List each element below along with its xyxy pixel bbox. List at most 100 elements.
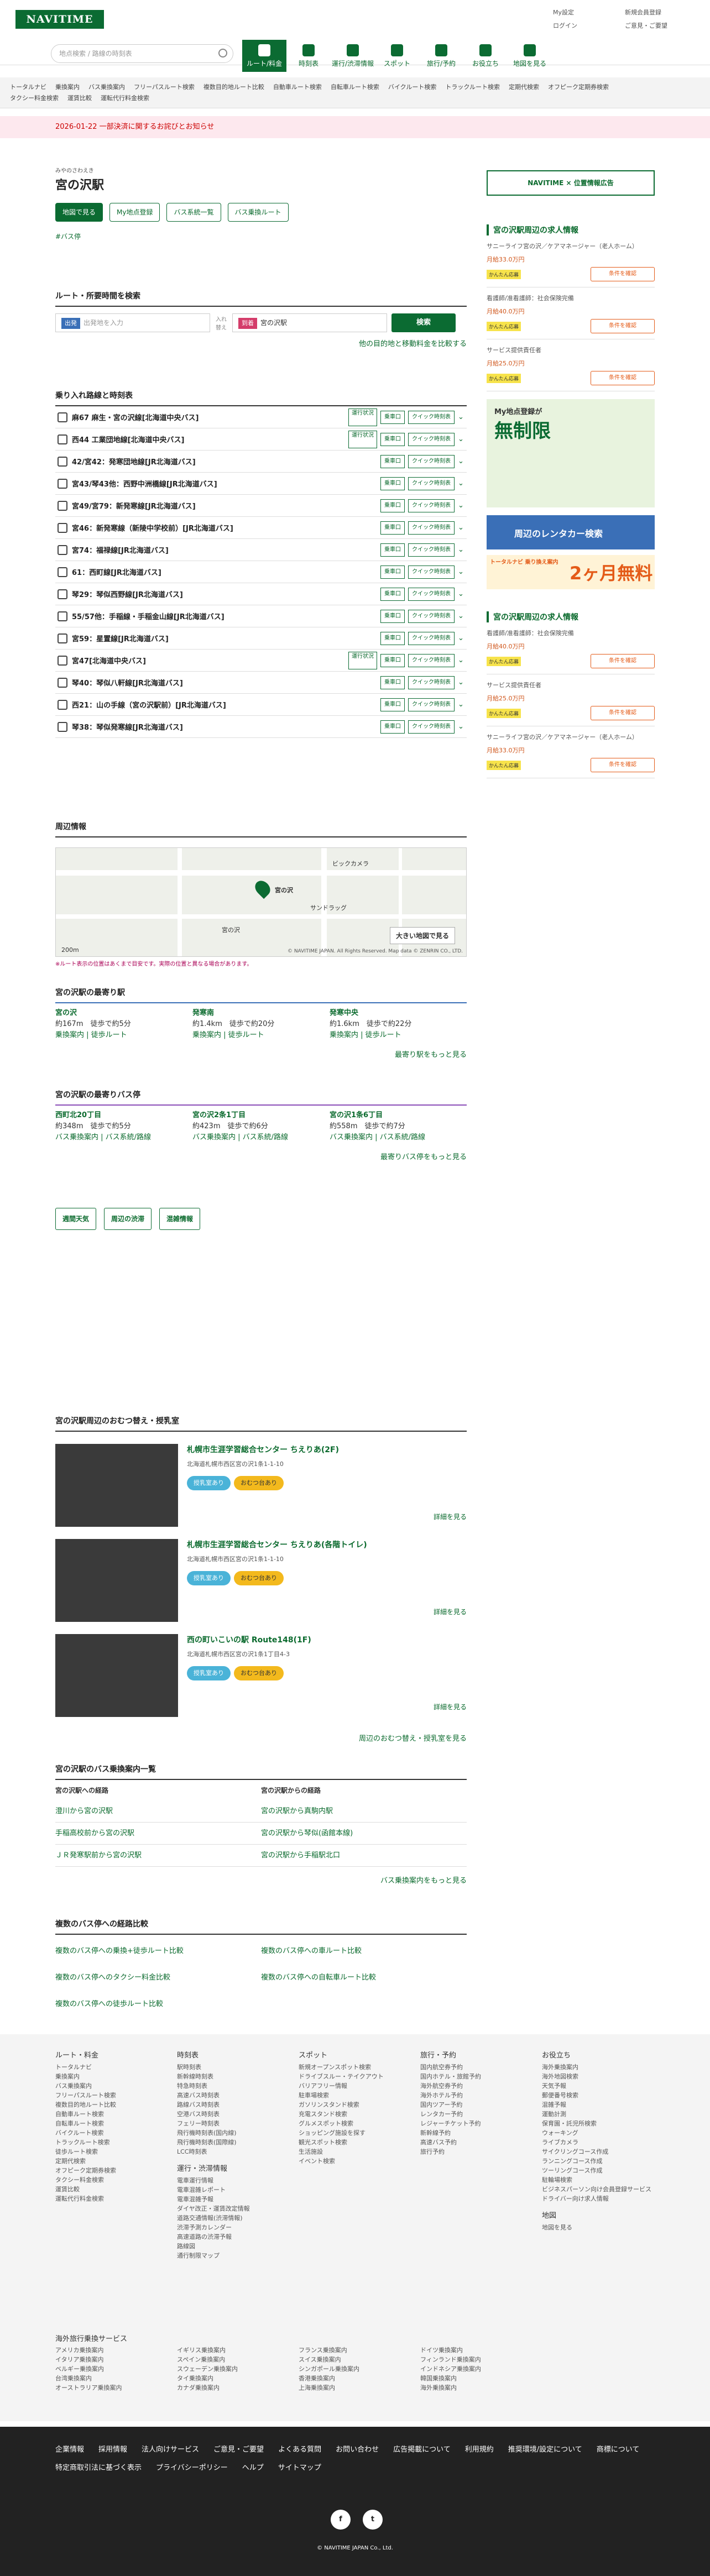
nearest-name[interactable]: 発寒中央 bbox=[330, 1008, 467, 1019]
footer-link[interactable]: 生活施設 bbox=[299, 2147, 420, 2156]
footer-link[interactable]: ランニングコース作成 bbox=[542, 2156, 664, 2166]
nav-map[interactable]: 地図を見る bbox=[508, 40, 552, 72]
line-row[interactable]: 55/57他：手稲線・手稲金山線[JR北海道バス] 乗車口 クイック時刻表 ⌄ bbox=[55, 605, 467, 627]
rental-car-banner[interactable]: 周辺のレンタカー検索 bbox=[487, 515, 655, 549]
large-map-button[interactable]: 大きい地図で見る bbox=[389, 927, 455, 944]
footer-link[interactable]: 海外ホテル予約 bbox=[420, 2091, 542, 2100]
footer-link[interactable]: ウォーキング bbox=[542, 2128, 664, 2138]
approach-button[interactable]: 乗車口 bbox=[380, 653, 405, 667]
footer-link[interactable]: 駐輪場検索 bbox=[542, 2175, 664, 2185]
line-name[interactable]: 琴40：琴似八軒線[JR北海道バス] bbox=[72, 677, 380, 688]
quick-timetable-button[interactable]: クイック時刻表 bbox=[408, 521, 455, 535]
footer-bottom-link[interactable]: 商標について bbox=[597, 2443, 640, 2454]
footer-heading[interactable]: 運行・渋滞情報 bbox=[177, 2164, 299, 2174]
compare-link[interactable]: 複数のバス停への自転車ルート比較 bbox=[261, 1971, 467, 1998]
subnav-item[interactable]: バイクルート検索 bbox=[388, 83, 436, 91]
compare-link[interactable]: 複数のバス停への徒歩ルート比較 bbox=[55, 1998, 261, 2024]
footer-link[interactable]: 定期代検索 bbox=[55, 2156, 177, 2166]
overseas-link[interactable]: スイス乗換案内 bbox=[299, 2355, 420, 2364]
footer-heading[interactable]: 旅行・予約 bbox=[420, 2051, 542, 2060]
line-row[interactable]: 宮74：福禄線[JR北海道バス] 乗車口 クイック時刻表 ⌄ bbox=[55, 539, 467, 561]
line-row[interactable]: 西21：山の手線（宮の沢駅前）[JR北海道バス] 乗車口 クイック時刻表 ⌄ bbox=[55, 694, 467, 716]
footer-link[interactable]: 充電スタンド検索 bbox=[299, 2109, 420, 2119]
route-link[interactable]: 徒歩ルート bbox=[91, 1031, 127, 1039]
route-link[interactable]: 徒歩ルート bbox=[228, 1031, 264, 1039]
footer-link[interactable]: 観光スポット検索 bbox=[299, 2138, 420, 2147]
check-conditions-button[interactable]: 条件を確認 bbox=[591, 319, 655, 333]
route-link[interactable]: 宮の沢駅から琴似(函館本線) bbox=[261, 1823, 467, 1845]
overseas-link[interactable]: スウェーデン乗換案内 bbox=[177, 2364, 299, 2374]
line-name[interactable]: 42/宮42：発寒団地線[JR北海道バス] bbox=[72, 456, 380, 467]
footer-bottom-link[interactable]: プライバシーポリシー bbox=[156, 2462, 228, 2472]
footer-bottom-link[interactable]: ご意見・ご要望 bbox=[213, 2443, 264, 2454]
footer-link[interactable]: フリーパスルート検索 bbox=[55, 2091, 177, 2100]
footer-link[interactable]: バス乗換案内 bbox=[55, 2081, 177, 2091]
area-map[interactable]: 宮の沢 ビックカメラ サンドラッグ 宮の沢 200m 大きい地図で見る © NA… bbox=[55, 847, 467, 957]
my-spot-button[interactable]: My地点登録 bbox=[109, 203, 160, 222]
quick-timetable-button[interactable]: クイック時刻表 bbox=[408, 631, 455, 645]
line-name[interactable]: 琴38：琴似発寒線[JR北海道バス] bbox=[72, 721, 380, 732]
overseas-link[interactable]: シンガポール乗換案内 bbox=[299, 2364, 420, 2374]
overseas-link[interactable]: 香港乗換案内 bbox=[299, 2374, 420, 2383]
subnav-item[interactable]: トラックルート検索 bbox=[445, 83, 500, 91]
overseas-link[interactable]: イタリア乗換案内 bbox=[55, 2355, 177, 2364]
bus-stop-tag[interactable]: #バス停 bbox=[55, 232, 81, 241]
line-row[interactable]: 琴38：琴似発寒線[JR北海道バス] 乗車口 クイック時刻表 ⌄ bbox=[55, 716, 467, 738]
check-conditions-button[interactable]: 条件を確認 bbox=[591, 654, 655, 668]
chevron-down-icon[interactable]: ⌄ bbox=[458, 479, 467, 488]
line-name[interactable]: 西21：山の手線（宮の沢駅前）[JR北海道バス] bbox=[72, 699, 380, 710]
footer-link[interactable]: 高速バス時刻表 bbox=[177, 2091, 299, 2100]
line-row[interactable]: 宮47[北海道中央バス] 運行状況 乗車口 クイック時刻表 ⌄ bbox=[55, 650, 467, 672]
footer-link[interactable]: 高速バス予約 bbox=[420, 2138, 542, 2147]
footer-link[interactable]: 飛行機時刻表(国内線) bbox=[177, 2128, 299, 2138]
footer-link[interactable]: ガソリンスタンド検索 bbox=[299, 2100, 420, 2109]
footer-link[interactable]: 国内航空券予約 bbox=[420, 2062, 542, 2072]
overseas-link[interactable]: 海外乗換案内 bbox=[420, 2383, 542, 2392]
overseas-link[interactable]: オーストラリア乗換案内 bbox=[55, 2383, 177, 2392]
footer-link[interactable]: ライブカメラ bbox=[542, 2138, 664, 2147]
check-conditions-button[interactable]: 条件を確認 bbox=[591, 267, 655, 281]
chevron-down-icon[interactable]: ⌄ bbox=[458, 612, 467, 620]
compare-link[interactable]: 複数のバス停へのタクシー料金比較 bbox=[55, 1971, 261, 1998]
quick-timetable-button[interactable]: クイック時刻表 bbox=[408, 432, 455, 446]
route-link[interactable]: 澄川から宮の沢駅 bbox=[55, 1800, 261, 1823]
detail-link[interactable]: 詳細を見る bbox=[434, 1512, 467, 1521]
overseas-link[interactable]: タイ乗換案内 bbox=[177, 2374, 299, 2383]
chevron-down-icon[interactable]: ⌄ bbox=[458, 568, 467, 576]
compare-link[interactable]: 複数のバス停への車ルート比較 bbox=[261, 1945, 467, 1971]
footer-link[interactable]: ドライバー向け求人情報 bbox=[542, 2194, 664, 2203]
footer-link[interactable]: 混雑予報 bbox=[542, 2100, 664, 2109]
footer-link[interactable]: 地図を見る bbox=[542, 2223, 664, 2232]
quick-timetable-button[interactable]: クイック時刻表 bbox=[408, 720, 455, 734]
traffic-button[interactable]: 周辺の渋滞 bbox=[104, 1208, 152, 1230]
line-name[interactable]: 西44 工業団地線[北海道中央バス] bbox=[72, 434, 348, 444]
quick-timetable-button[interactable]: クイック時刻表 bbox=[408, 477, 455, 490]
route-link[interactable]: バス系統/路線 bbox=[243, 1133, 288, 1142]
footer-link[interactable]: トータルナビ bbox=[55, 2062, 177, 2072]
station-pin-icon[interactable] bbox=[252, 877, 274, 899]
footer-link[interactable]: 電車運行情報 bbox=[177, 2176, 299, 2185]
line-row[interactable]: 西44 工業団地線[北海道中央バス] 運行状況 乗車口 クイック時刻表 ⌄ bbox=[55, 428, 467, 451]
footer-bottom-link[interactable]: 採用情報 bbox=[98, 2443, 127, 2454]
footer-link[interactable]: 新幹線予約 bbox=[420, 2128, 542, 2138]
line-name[interactable]: 琴29：琴似西野線[JR北海道バス] bbox=[72, 589, 380, 599]
line-row[interactable]: 麻67 麻生・宮の沢線[北海道中央バス] 運行状況 乗車口 クイック時刻表 ⌄ bbox=[55, 406, 467, 428]
search-button[interactable]: 検索 bbox=[391, 313, 456, 332]
quick-timetable-button[interactable]: クイック時刻表 bbox=[408, 587, 455, 601]
nearest-name[interactable]: 宮の沢1条6丁目 bbox=[330, 1110, 467, 1121]
login-link[interactable]: ログイン bbox=[553, 21, 625, 30]
chevron-down-icon[interactable]: ⌄ bbox=[458, 700, 467, 709]
footer-bottom-link[interactable]: 広告掲載について bbox=[393, 2443, 451, 2454]
footer-link[interactable]: 徒歩ルート検索 bbox=[55, 2147, 177, 2156]
job-title[interactable]: サニーライフ宮の沢／ケアマネージャー（老人ホーム） bbox=[487, 242, 655, 250]
line-row[interactable]: 宮43/琴43他：西野中洲橋線[JR北海道バス] 乗車口 クイック時刻表 ⌄ bbox=[55, 473, 467, 495]
footer-link[interactable]: 保育園・託児所検索 bbox=[542, 2119, 664, 2128]
subnav-item[interactable]: 定期代検索 bbox=[509, 83, 539, 91]
footer-bottom-link[interactable]: 法人向けサービス bbox=[142, 2443, 199, 2454]
overseas-link[interactable]: ベルギー乗換案内 bbox=[55, 2364, 177, 2374]
job-title[interactable]: サービス提供責任者 bbox=[487, 346, 655, 354]
footer-link[interactable]: レジャーチケット予約 bbox=[420, 2119, 542, 2128]
more-nursing-link[interactable]: 周辺のおむつ替え・授乳室を見る bbox=[55, 1732, 467, 1743]
compare-link[interactable]: 他の目的地と移動料金を比較する bbox=[55, 338, 467, 348]
footer-link[interactable]: イベント検索 bbox=[299, 2156, 420, 2166]
